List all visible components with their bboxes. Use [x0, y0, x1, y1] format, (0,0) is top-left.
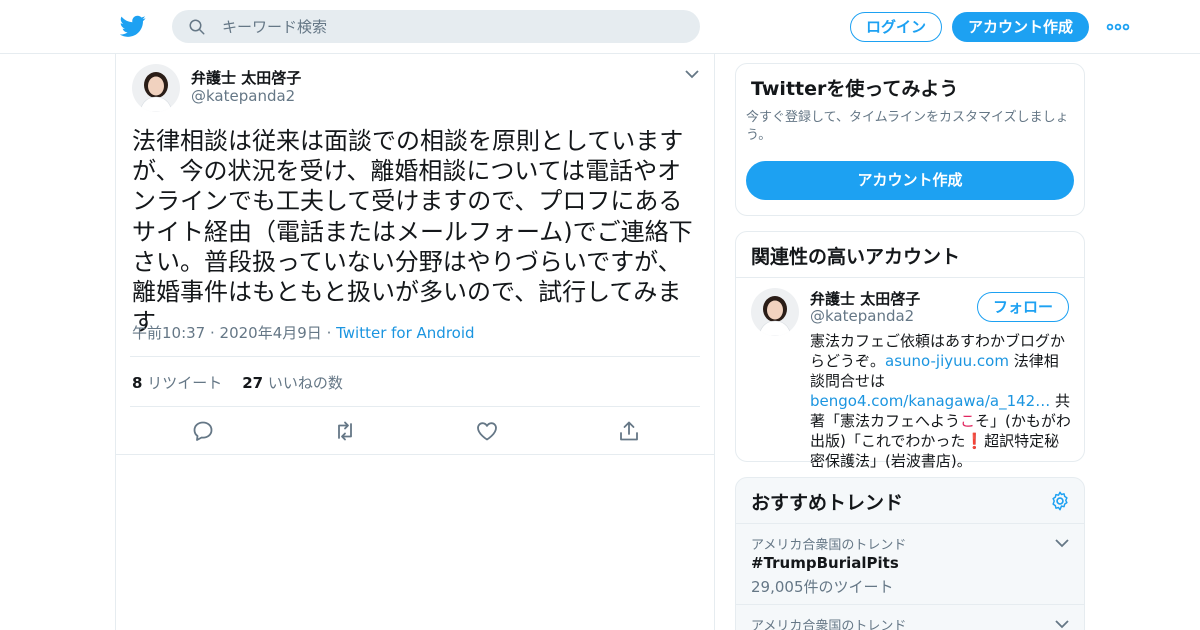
divider	[130, 356, 700, 357]
divider	[130, 406, 700, 407]
meta-separator: ·	[321, 324, 337, 342]
trends-card: おすすめトレンド アメリカ合衆国のトレンド #TrumpBurialPits 2…	[735, 477, 1085, 630]
trend-name[interactable]: #TrumpBurialPits	[751, 554, 899, 572]
bio-link[interactable]: asuno-jiyuu.com	[885, 352, 1009, 370]
chevron-down-icon[interactable]	[1054, 538, 1070, 548]
like-count: 27	[242, 374, 264, 392]
twitter-bird-icon[interactable]	[120, 13, 146, 39]
reply-icon[interactable]	[191, 419, 215, 443]
search-icon	[189, 19, 205, 35]
tweet-text: 法律相談は従来は面談での相談を原則としていますが、今の状況を受け、離婚相談につい…	[132, 127, 693, 337]
signup-card-button[interactable]: アカウント作成	[746, 161, 1074, 200]
login-button[interactable]: ログイン	[850, 12, 942, 42]
tweet-stats: 8 リツイート 27 いいねの数	[132, 372, 343, 393]
tweet-meta: 午前10:37 · 2020年4月9日 · Twitter for Androi…	[132, 322, 475, 343]
tweet-timestamp[interactable]: 午前10:37 · 2020年4月9日	[132, 324, 322, 342]
trend-context: アメリカ合衆国のトレンド	[751, 538, 907, 553]
signup-card-description: 今すぐ登録して、タイムラインをカスタマイズしましょう。	[746, 110, 1069, 143]
tweet-detail: 弁護士 太田啓子 @katepanda2 法律相談は従来は面談での相談を原則とし…	[115, 54, 715, 630]
signup-card-title: Twitterを使ってみよう	[751, 78, 959, 100]
like-heart-icon[interactable]	[475, 419, 499, 443]
avatar[interactable]	[132, 64, 180, 112]
retweet-label: リツイート	[147, 374, 223, 392]
author-handle[interactable]: @katepanda2	[191, 87, 295, 105]
divider	[736, 277, 1084, 278]
share-icon[interactable]	[617, 419, 641, 443]
search-input[interactable]	[222, 10, 682, 43]
like-stat[interactable]: 27 いいねの数	[242, 374, 343, 392]
account-name[interactable]: 弁護士 太田啓子	[810, 288, 920, 309]
bio-text: こ	[960, 412, 976, 430]
signup-card: Twitterを使ってみよう 今すぐ登録して、タイムラインをカスタマイズしましょ…	[735, 63, 1085, 216]
more-dots-icon[interactable]	[1106, 20, 1130, 34]
like-label: いいねの数	[267, 374, 343, 392]
chevron-down-icon[interactable]	[1054, 619, 1070, 629]
retweet-stat[interactable]: 8 リツイート	[132, 374, 222, 392]
related-accounts-card: 関連性の高いアカウント 弁護士 太田啓子 @katepanda2 フォロー 憲法…	[735, 231, 1085, 470]
tweet-source-link[interactable]: Twitter for Android	[336, 324, 474, 342]
search-box[interactable]	[172, 10, 700, 43]
gear-icon[interactable]	[1049, 490, 1071, 512]
related-card-title: 関連性の高いアカウント	[751, 246, 961, 268]
divider	[736, 523, 1084, 524]
divider	[116, 454, 714, 455]
avatar[interactable]	[751, 288, 799, 336]
signup-button[interactable]: アカウント作成	[952, 12, 1089, 42]
retweet-count: 8	[132, 374, 143, 392]
retweet-icon[interactable]	[333, 419, 357, 443]
tweet-actions	[116, 419, 714, 443]
trend-context: アメリカ合衆国のトレンド	[751, 619, 907, 630]
top-nav-bar: ログイン アカウント作成	[0, 0, 1200, 54]
trend-count: 29,005件のツイート	[751, 578, 894, 596]
account-bio: 憲法カフェご依頼はあすわかブログからどうぞ。asuno-jiyuu.com 法律…	[810, 331, 1072, 471]
exclamation-icon: ❗	[965, 432, 985, 450]
trends-card-title: おすすめトレンド	[751, 492, 904, 514]
divider	[736, 604, 1084, 605]
author-name[interactable]: 弁護士 太田啓子	[191, 67, 301, 88]
follow-button[interactable]: フォロー	[977, 292, 1069, 322]
bio-link[interactable]: bengo4.com/kanagawa/a_142…	[810, 392, 1050, 410]
account-handle[interactable]: @katepanda2	[810, 307, 914, 325]
chevron-down-icon[interactable]	[684, 68, 700, 80]
